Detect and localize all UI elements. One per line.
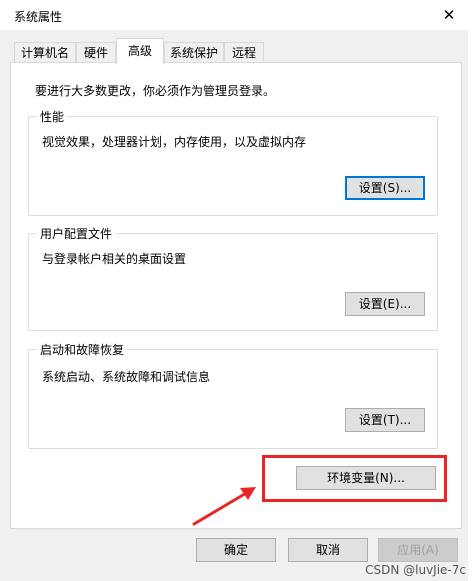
- window-title: 系统属性: [14, 10, 63, 24]
- performance-group: 性能 视觉效果，处理器计划，内存使用，以及虚拟内存: [28, 108, 438, 216]
- apply-button[interactable]: 应用(A): [378, 538, 458, 562]
- user-profiles-group: 用户配置文件 与登录帐户相关的桌面设置: [28, 225, 438, 331]
- ok-button[interactable]: 确定: [196, 538, 276, 562]
- performance-settings-button[interactable]: 设置(S)...: [345, 176, 425, 200]
- startup-recovery-description: 系统启动、系统故障和调试信息: [42, 370, 211, 384]
- cancel-button[interactable]: 取消: [288, 538, 368, 562]
- close-icon[interactable]: ✕: [436, 2, 462, 28]
- tab-advanced[interactable]: 高级: [116, 38, 164, 64]
- admin-note: 要进行大多数更改，你必须作为管理员登录。: [35, 84, 276, 98]
- user-profiles-group-title: 用户配置文件: [37, 225, 116, 242]
- tab-computer-name[interactable]: 计算机名: [14, 42, 76, 62]
- startup-recovery-group-title: 启动和故障恢复: [37, 341, 128, 358]
- watermark: CSDN @luvJie-7c: [365, 563, 466, 577]
- title-bar: 系统属性 ✕: [0, 0, 474, 30]
- startup-recovery-group: 启动和故障恢复 系统启动、系统故障和调试信息: [28, 341, 438, 449]
- startup-recovery-settings-button[interactable]: 设置(T)...: [345, 408, 425, 432]
- user-profiles-settings-button[interactable]: 设置(E)...: [345, 292, 425, 316]
- environment-variables-button[interactable]: 环境变量(N)...: [296, 466, 436, 490]
- performance-description: 视觉效果，处理器计划，内存使用，以及虚拟内存: [42, 135, 307, 149]
- system-properties-window: 系统属性 ✕ 计算机名 硬件 高级 系统保护 远程 要进行大多数更改，你必须作为…: [0, 0, 474, 581]
- annotation-arrow-icon: [192, 487, 256, 526]
- user-profiles-description: 与登录帐户相关的桌面设置: [42, 252, 187, 266]
- window-edge: [468, 30, 474, 581]
- tab-hardware[interactable]: 硬件: [76, 42, 116, 62]
- performance-group-title: 性能: [37, 108, 68, 125]
- tab-remote[interactable]: 远程: [224, 42, 264, 62]
- tab-system-protection[interactable]: 系统保护: [164, 42, 224, 62]
